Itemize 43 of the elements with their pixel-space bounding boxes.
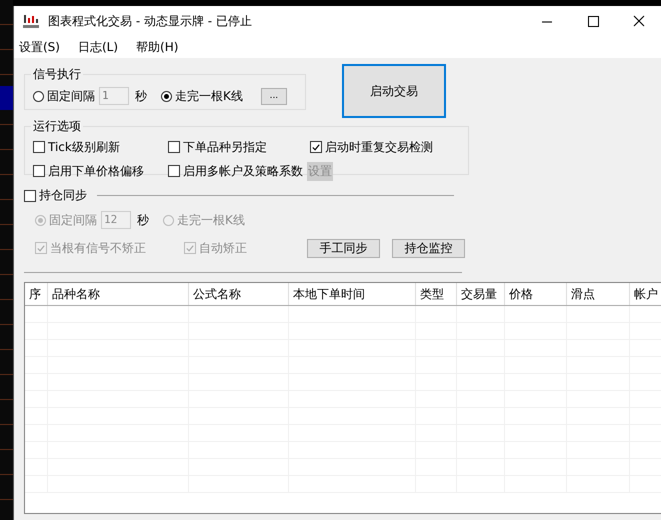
checkbox-label: 自动矫正 (199, 240, 247, 256)
checkbox[interactable] (33, 141, 45, 153)
checkbox[interactable] (33, 165, 45, 177)
checkbox-label: 持仓同步 (39, 187, 87, 204)
menu-item[interactable]: 帮助(H) (136, 39, 178, 56)
column-header[interactable]: 品种名称 (48, 283, 189, 305)
group-title: 信号执行 (32, 66, 82, 83)
more-button[interactable]: ... (260, 88, 287, 104)
column-header[interactable]: 价格 (505, 283, 567, 305)
checkbox-label: Tick级别刷新 (48, 138, 120, 156)
start-trading-button[interactable]: 启动交易 (342, 64, 446, 118)
radio-label: 固定间隔 (47, 88, 95, 104)
checkbox[interactable] (310, 141, 322, 153)
checkbox-label: 启用多帐户及策略系数 (183, 162, 303, 180)
column-header[interactable]: 公式名称 (189, 283, 289, 305)
checkbox[interactable] (24, 190, 36, 202)
sync-button[interactable]: 手工同步 (307, 238, 380, 258)
checkbox-label: 当根有信号不矫正 (50, 240, 146, 256)
column-header[interactable]: 本地下单时间 (289, 283, 416, 305)
radio-label: 走完一根K线 (175, 88, 243, 104)
interval-field[interactable]: 1 (99, 87, 129, 105)
group-title: 运行选项 (32, 118, 82, 135)
menu-item[interactable]: 日志(L) (78, 39, 118, 56)
radio-button[interactable] (161, 90, 172, 102)
window-title: 图表程式化交易 - 动态显示牌 - 已停止 (48, 13, 252, 30)
column-header[interactable]: 滑点 (567, 283, 630, 305)
radio-button[interactable] (33, 90, 44, 102)
checkbox[interactable] (168, 141, 180, 153)
column-header[interactable]: 帐户 (630, 283, 661, 305)
checkbox-label: 启用下单价格偏移 (48, 162, 144, 180)
menu-item[interactable]: 设置(S) (19, 39, 60, 56)
column-header[interactable]: 交易量 (457, 283, 505, 305)
radio-label: 走完一根K线 (177, 212, 245, 228)
radio-label: 固定间隔 (49, 212, 97, 228)
chart-icon (22, 14, 40, 30)
checkbox-label: 下单品种另指定 (183, 138, 267, 156)
checkbox-label: 启动时重复交易检测 (325, 138, 433, 156)
column-header[interactable]: 序 (25, 283, 48, 305)
unit-label: 秒 (137, 212, 149, 228)
column-header[interactable]: 类型 (416, 283, 457, 305)
unit-label: 秒 (135, 88, 147, 104)
sync-button[interactable]: 持仓监控 (392, 238, 465, 258)
checkbox[interactable] (168, 165, 180, 177)
